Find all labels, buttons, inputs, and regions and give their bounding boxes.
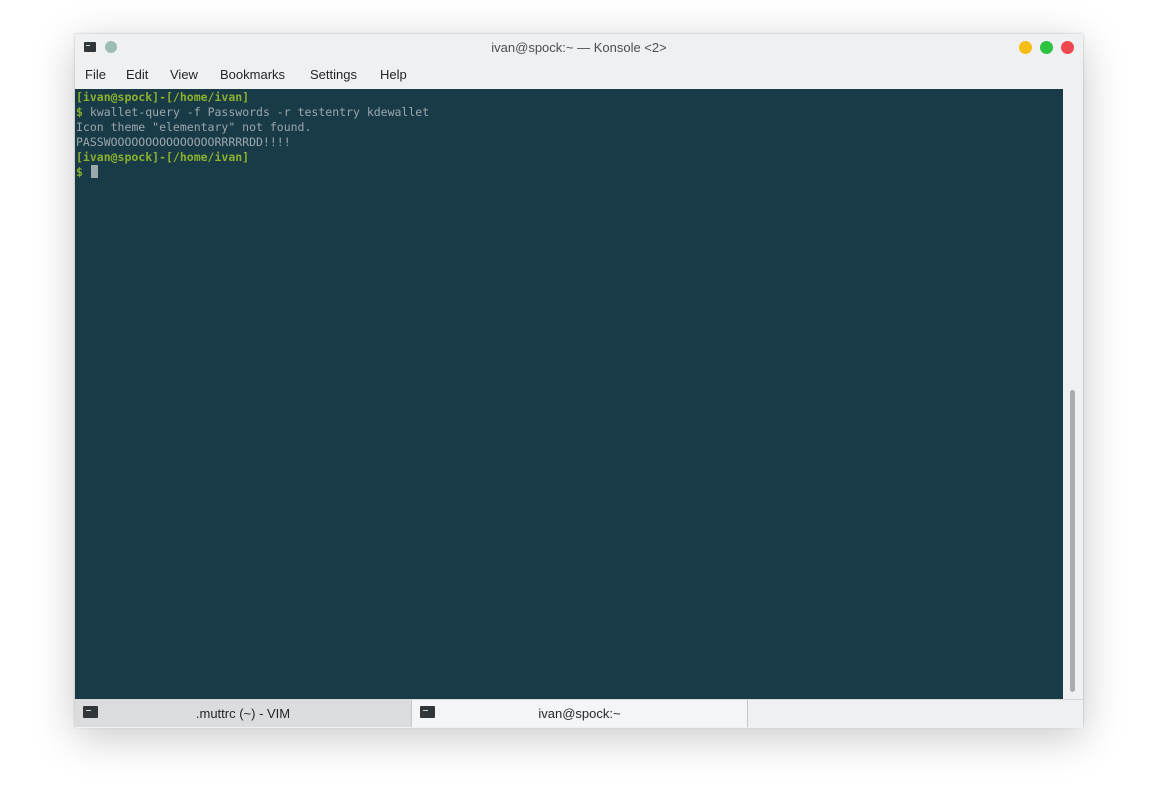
menu-file[interactable]: File (85, 67, 106, 82)
command-text: kwallet-query -f Passwords -r testentry … (89, 105, 430, 119)
tab-ivan-spock[interactable]: ivan@spock:~ (411, 700, 748, 727)
menu-view[interactable]: View (170, 67, 198, 82)
scrollbar-thumb[interactable] (1070, 390, 1075, 692)
output-line: PASSWOOOOOOOOOOOOOOORRRRRDD!!!! (76, 135, 291, 149)
menu-bookmarks[interactable]: Bookmarks (220, 67, 285, 82)
konsole-window: ivan@spock:~ — Konsole <2> File Edit Vie… (75, 34, 1083, 728)
menu-help[interactable]: Help (380, 67, 407, 82)
window-title: ivan@spock:~ — Konsole <2> (491, 40, 667, 55)
minimize-button[interactable] (1019, 41, 1032, 54)
command-line: $ (76, 165, 98, 180)
menu-bar: File Edit View Bookmarks Settings Help (75, 61, 1083, 89)
tab-muttrc[interactable]: .muttrc (~) - VIM (75, 700, 411, 727)
terminal-output[interactable]: [ivan@spock]-[/home/ivan] $ kwallet-quer… (75, 89, 1063, 699)
menu-settings[interactable]: Settings (310, 67, 357, 82)
tab-bar: .muttrc (~) - VIM ivan@spock:~ (75, 699, 1083, 728)
tab-label: .muttrc (~) - VIM (195, 706, 291, 721)
tab-label: ivan@spock:~ (538, 706, 621, 721)
output-line: Icon theme "elementary" not found. (76, 120, 312, 134)
scrollbar[interactable] (1063, 89, 1083, 699)
maximize-button[interactable] (1040, 41, 1053, 54)
prompt-line: [ivan@spock]-[/home/ivan] (76, 90, 250, 104)
prompt-line: [ivan@spock]-[/home/ivan] (76, 150, 250, 164)
menu-edit[interactable]: Edit (126, 67, 148, 82)
text-cursor (90, 165, 98, 178)
prompt-symbol: $ (76, 105, 83, 119)
prompt-symbol: $ (76, 165, 83, 179)
title-bar[interactable]: ivan@spock:~ — Konsole <2> (75, 34, 1083, 61)
command-line: $ kwallet-query -f Passwords -r testentr… (76, 105, 429, 120)
close-button[interactable] (1061, 41, 1074, 54)
